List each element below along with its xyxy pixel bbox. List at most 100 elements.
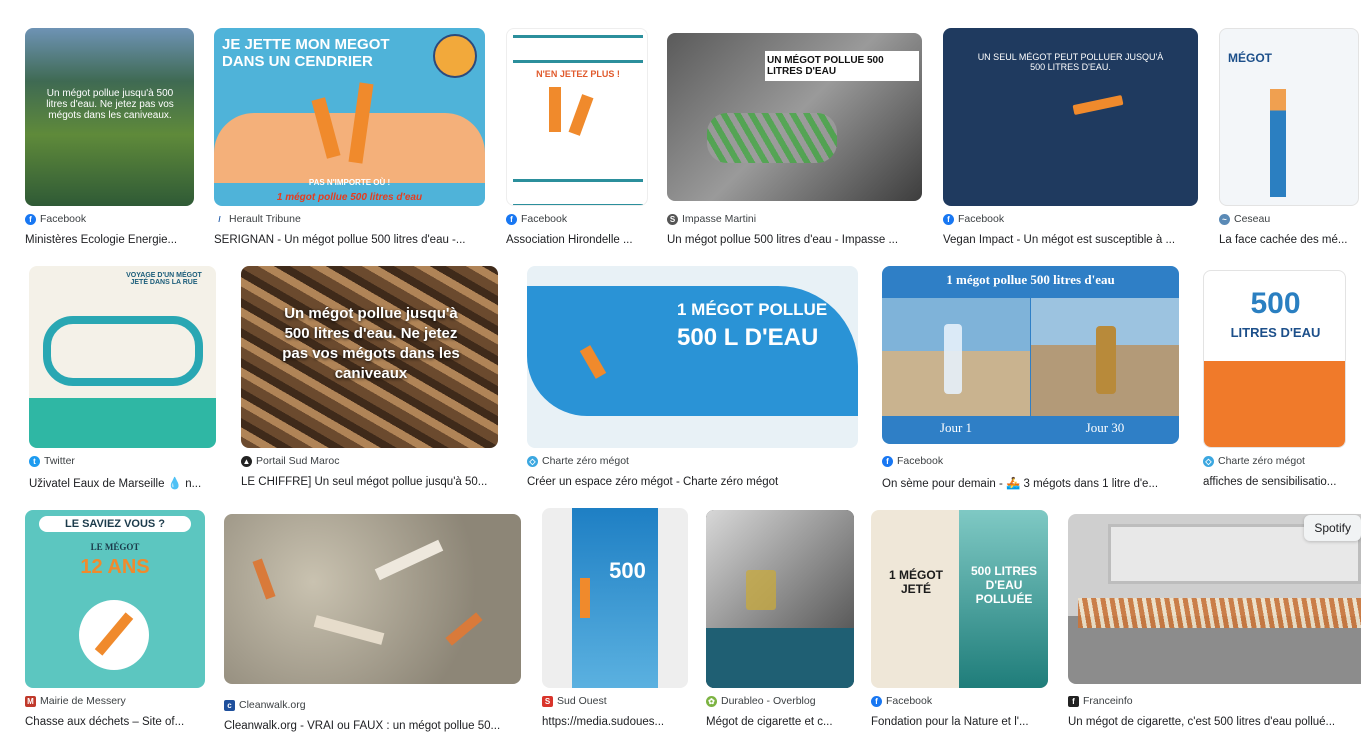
thumbnail-caption: JE JETTE MON MEGOT DANS UN CENDRIER [222, 36, 390, 70]
result-title[interactable]: LE CHIFFRE] Un seul mégot pollue jusqu'à… [241, 476, 503, 488]
result-thumbnail[interactable]: 1 mégot pollue 500 litres d'eau Jour 1 J… [882, 266, 1179, 444]
result-title[interactable]: La face cachée des mé... [1219, 234, 1359, 246]
result-title[interactable]: Ministères Écologie Énergie... [25, 234, 195, 246]
bottle-shape [944, 324, 962, 394]
result-title[interactable]: Un mégot de cigarette, c'est 500 litres … [1068, 716, 1361, 728]
cigarette-pile-shape [707, 113, 837, 163]
result-title[interactable]: Mégot de cigarette et c... [706, 716, 856, 728]
result-source: ~ Ceseau [1219, 213, 1270, 225]
thumbnail-caption: UN MÉGOT POLLUE 500 LITRES D'EAU [765, 51, 919, 81]
portail-icon: ▲ [241, 455, 252, 467]
cigarette-butt-shape [445, 612, 483, 646]
thumbnail-caption: UN SEUL MÉGOT PEUT POLLUER JUSQU'À 500 L… [977, 52, 1164, 72]
thumbnail-caption: Un mégot pollue jusqu'à 500 litres d'eau… [46, 88, 174, 121]
result-source: S Impasse Martini [667, 213, 756, 225]
thumbnail-caption: 1 MÉGOT JETÉ [888, 568, 943, 596]
result-source: f Facebook [871, 695, 932, 707]
result-source: ◇ Charte zéro mégot [527, 455, 629, 467]
result-thumbnail[interactable]: N'EN JETEZ PLUS ! [506, 28, 648, 206]
result-thumbnail[interactable]: UN MÉGOT POLLUE 500 LITRES D'EAU [667, 33, 922, 201]
charte-icon: ◇ [1203, 455, 1214, 467]
thumbnail-caption: 500 [609, 558, 646, 583]
result-thumbnail[interactable]: LE SAVIEZ VOUS ? LE MÉGOT 12 ANS [25, 510, 205, 688]
result-title[interactable]: Créer un espace zéro mégot - Charte zéro… [527, 476, 860, 488]
result-source: S Sud Ouest [542, 695, 607, 707]
water-column-shape [1270, 89, 1286, 197]
result-title[interactable]: https://media.sudoues... [542, 716, 690, 728]
facebook-icon: f [882, 455, 893, 467]
wave-shape [513, 35, 643, 63]
result-title[interactable]: affiches de sensibilisatio... [1203, 476, 1343, 488]
thumbnail-caption: Un mégot pollue jusqu'à 500 litres d'eau… [282, 305, 460, 382]
caption-panel [706, 628, 854, 688]
result-source: f Facebook [882, 455, 943, 467]
result-thumbnail[interactable] [224, 514, 521, 684]
cigarette-butt-shape [313, 615, 385, 645]
charte-icon: ◇ [527, 455, 538, 467]
result-title[interactable]: Uživatel Eaux de Marseille 💧 n... [29, 476, 219, 490]
thumbnail-caption: MÉGOT [1228, 51, 1272, 65]
cigarette-butt-shape [568, 94, 594, 136]
result-thumbnail[interactable]: 500 LITRES D'EAU [1203, 270, 1346, 448]
cigarette-butt-shape [1072, 94, 1124, 116]
thumbnail-caption: LE SAVIEZ VOUS ? [39, 516, 191, 532]
result-title[interactable]: Cleanwalk.org - VRAI ou FAUX : un mégot … [224, 720, 522, 732]
result-thumbnail[interactable] [706, 510, 854, 688]
result-thumbnail[interactable]: JE JETTE MON MEGOT DANS UN CENDRIER PAS … [214, 28, 485, 206]
result-title[interactable]: Association Hirondelle ... [506, 234, 648, 246]
result-title[interactable]: SERIGNAN - Un mégot pollue 500 litres d'… [214, 234, 486, 246]
cigarette-butt-shape [374, 539, 444, 581]
result-title[interactable]: Vegan Impact - Un mégot est susceptible … [943, 234, 1199, 246]
photo-shape [706, 510, 854, 628]
herault-icon: / [214, 213, 225, 225]
thumbnail-subcaption: Jour 1 [939, 420, 973, 435]
result-title[interactable]: Fondation pour la Nature et l'... [871, 716, 1049, 728]
facebook-icon: f [943, 213, 954, 225]
cigarette-pile-shape [1078, 598, 1361, 628]
result-source: f Facebook [25, 213, 86, 225]
thumbnail-subcaption: 500 LITRES D'EAU POLLUÉE [970, 564, 1038, 606]
bottle-shape [1096, 326, 1116, 394]
result-title[interactable]: Chasse aux déchets – Site of... [25, 716, 210, 728]
result-source: ◇ Charte zéro mégot [1203, 455, 1305, 467]
result-thumbnail[interactable]: MÉGOT [1219, 28, 1359, 206]
result-thumbnail[interactable]: Un mégot pollue jusqu'à 500 litres d'eau… [241, 266, 498, 448]
glass-shape [746, 570, 776, 610]
result-source: f Franceinfo [1068, 695, 1133, 707]
twitter-icon: t [29, 455, 40, 467]
thumbnail-subcaption: LE MÉGOT [90, 542, 140, 552]
result-source: t Twitter [29, 455, 75, 467]
result-thumbnail[interactable]: 500 [542, 508, 688, 688]
thumbnail-caption: 1 MÉGOT POLLUE [677, 300, 828, 319]
thumbnail-caption: VOYAGE D'UN MÉGOT JETÉ DANS LA RUE [126, 272, 202, 286]
result-title[interactable]: On sème pour demain - 🚣 3 mégots dans 1 … [882, 476, 1182, 490]
result-thumbnail[interactable]: VOYAGE D'UN MÉGOT JETÉ DANS LA RUE [29, 266, 216, 448]
cigarette-butt-shape [252, 558, 276, 600]
result-thumbnail[interactable]: 1 MÉGOT JETÉ 500 LITRES D'EAU POLLUÉE [871, 510, 1048, 688]
thumbnail-subcaption: 500 L D'EAU [677, 324, 819, 351]
result-source: / Herault Tribune [214, 213, 301, 225]
result-thumbnail[interactable]: UN SEUL MÉGOT PEUT POLLUER JUSQU'À 500 L… [943, 28, 1198, 206]
result-source: M Mairie de Messery [25, 695, 126, 707]
pipe-shape [43, 316, 203, 386]
thumbnail-caption: LITRES D'EAU [1230, 325, 1321, 340]
result-source: c Cleanwalk.org [224, 699, 306, 711]
facebook-icon: f [506, 213, 517, 225]
sudouest-icon: S [542, 695, 553, 707]
spotify-tooltip[interactable]: Spotify [1304, 515, 1361, 541]
result-title[interactable]: Un mégot pollue 500 litres d'eau - Impas… [667, 234, 923, 246]
result-thumbnail[interactable]: Un mégot pollue jusqu'à 500 litres d'eau… [25, 28, 194, 206]
thumbnail-subcaption: Jour 30 [1085, 420, 1125, 435]
franceinfo-icon: f [1068, 695, 1079, 707]
result-source: f Facebook [506, 213, 567, 225]
thumbnail-caption: 1 mégot pollue 500 litres d'eau [946, 272, 1115, 287]
cigarette-butt-shape [549, 87, 561, 132]
logo-icon [433, 34, 477, 78]
result-thumbnail[interactable]: 1 MÉGOT POLLUE 500 L D'EAU [527, 266, 858, 448]
ceseau-icon: ~ [1219, 213, 1230, 225]
orange-panel [1204, 361, 1345, 447]
thumbnail-subcaption: PAS N'IMPORTE OÙ ! [308, 178, 391, 187]
sea-shape [29, 398, 216, 448]
impasse-icon: S [667, 213, 678, 225]
thumbnail-caption: N'EN JETEZ PLUS ! [536, 69, 620, 79]
